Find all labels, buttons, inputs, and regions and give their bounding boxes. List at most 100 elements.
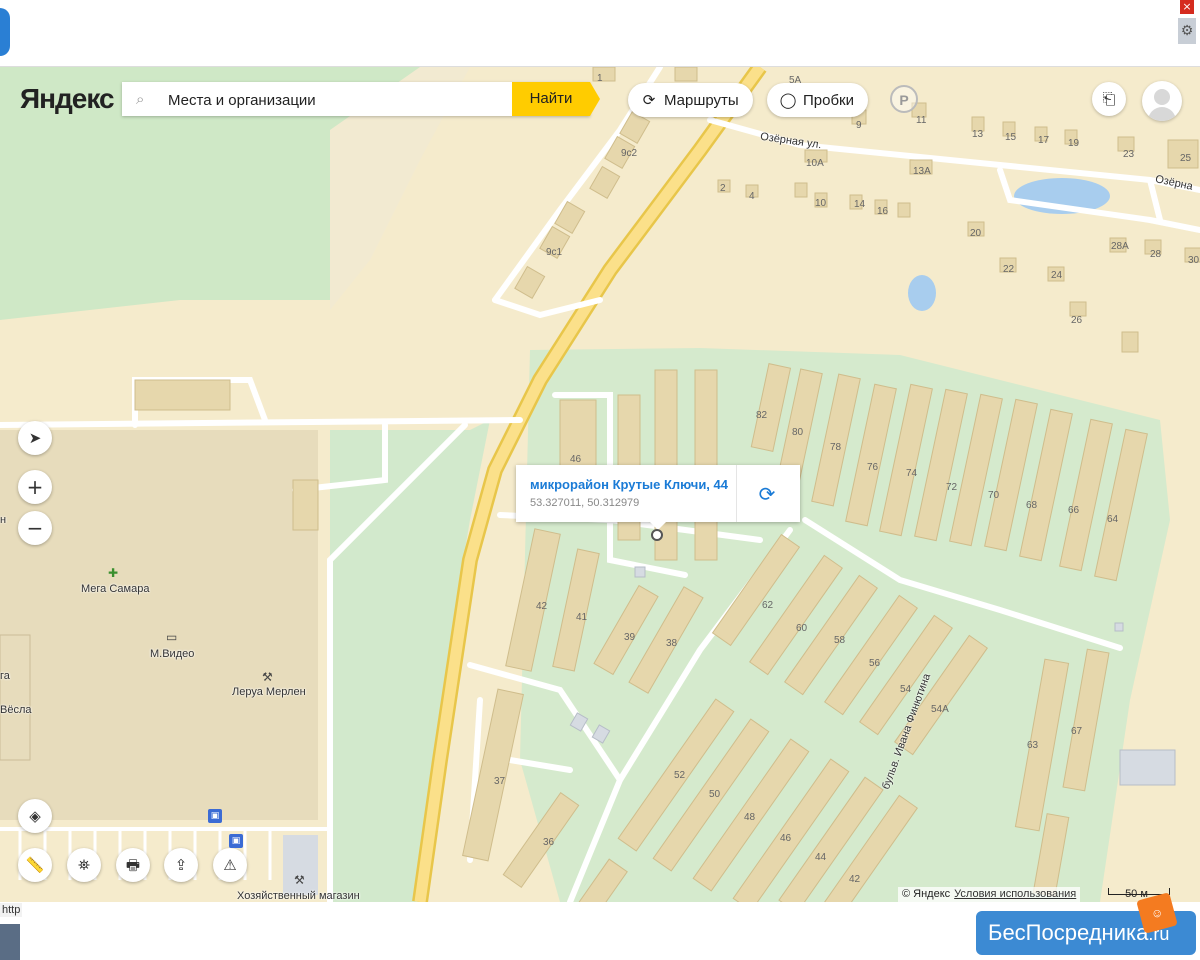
house-number: 52 xyxy=(674,770,686,781)
avatar[interactable] xyxy=(1142,81,1182,121)
status-url: http xyxy=(0,903,23,917)
house-number: 42 xyxy=(536,601,548,612)
house-number: 9с2 xyxy=(621,148,638,159)
map-pin-icon xyxy=(651,529,663,541)
traffic-label: Пробки xyxy=(803,92,854,109)
locate-icon[interactable]: ➤ xyxy=(18,421,52,455)
house-number: 30 xyxy=(1188,255,1200,266)
house-number: 76 xyxy=(867,462,879,473)
search-icon: ⌕ xyxy=(136,90,145,108)
copyright: © Яндекс Условия использования xyxy=(898,887,1081,902)
house-number: 2 xyxy=(720,183,726,194)
house-number: 46 xyxy=(780,833,792,844)
house-number: 11 xyxy=(916,115,927,126)
print-icon[interactable]: 🖶 xyxy=(116,848,150,882)
app-logo xyxy=(0,8,10,56)
traffic-icon: ◯ xyxy=(779,91,797,109)
popup-coordinates: 53.327011, 50.312979 xyxy=(530,497,640,509)
parking-button[interactable]: P xyxy=(890,85,918,113)
house-number: 72 xyxy=(946,482,958,493)
routes-button[interactable]: ⟳ Маршруты xyxy=(628,83,753,117)
house-number: 9 xyxy=(856,120,862,131)
house-number: 66 xyxy=(1068,505,1080,516)
house-number: 19 xyxy=(1068,138,1080,149)
house-number: 82 xyxy=(756,410,768,421)
house-number: 37 xyxy=(494,776,506,787)
poi-label[interactable]: Вёсла xyxy=(0,704,32,716)
bus-stop-icon[interactable]: ▣ xyxy=(229,834,243,848)
house-number: 67 xyxy=(1071,726,1083,737)
electronics-icon: ▭ xyxy=(166,630,178,644)
popup-title[interactable]: микрорайон Крутые Ключи, 44 xyxy=(530,477,728,492)
house-number: 24 xyxy=(1051,270,1063,281)
house-number: 68 xyxy=(1026,500,1038,511)
house-number: 58 xyxy=(834,635,846,646)
browser-top-bar: × ⚙ xyxy=(0,0,1200,67)
house-number: 42 xyxy=(849,874,861,885)
gear-icon[interactable]: ⚙ xyxy=(1178,18,1196,44)
house-number: 36 xyxy=(543,837,555,848)
house-number: 22 xyxy=(1003,264,1015,275)
tools-icon: ⚒ xyxy=(294,873,305,887)
house-number: 23 xyxy=(1123,149,1135,160)
house-number: 20 xyxy=(970,228,982,239)
poi-label[interactable]: Леруа Мерлен xyxy=(232,686,306,698)
house-number: 41 xyxy=(576,612,588,623)
mall-icon: ✚ xyxy=(108,566,119,580)
poi-label[interactable]: Мега Самара xyxy=(81,583,149,595)
house-number: 56 xyxy=(869,658,881,669)
house-number: 50 xyxy=(709,789,721,800)
search-input[interactable] xyxy=(166,82,510,118)
house-number: 62 xyxy=(762,600,774,611)
zoom-in-button[interactable]: + xyxy=(18,470,52,504)
copyright-text: © Яндекс xyxy=(902,888,951,900)
house-number: 70 xyxy=(988,490,1000,501)
house-number: 38 xyxy=(666,638,678,649)
share-icon[interactable]: ⇪ xyxy=(164,848,198,882)
search-box[interactable]: ⌕ Найти xyxy=(122,82,600,118)
avatar-body xyxy=(1148,107,1176,121)
poi-label[interactable]: М.Видео xyxy=(150,648,194,660)
poi-label[interactable]: га xyxy=(0,670,10,682)
side-strip xyxy=(0,924,20,960)
house-number: 44 xyxy=(815,852,827,863)
house-number: 54 xyxy=(900,684,912,695)
house-number: 10А xyxy=(806,158,824,169)
close-icon[interactable]: × xyxy=(1180,0,1194,14)
avatar-head xyxy=(1154,89,1170,105)
map-canvas[interactable]: Яндекс ⌕ Найти ⟳ Маршруты ◯ Пробки P ⎗ ➤ +… xyxy=(0,67,1200,902)
bookmark-icon[interactable]: ⎗ xyxy=(1092,82,1126,116)
house-number: 28 xyxy=(1150,249,1162,260)
poi-label[interactable]: н xyxy=(0,514,6,526)
place-popup[interactable]: микрорайон Крутые Ключи, 44 53.327011, 5… xyxy=(516,465,800,530)
house-number: 13А xyxy=(913,166,931,177)
yandex-logo[interactable]: Яндекс xyxy=(20,83,115,115)
house-number: 5А xyxy=(789,75,802,86)
brand-text: БесПосредника xyxy=(988,920,1149,945)
find-button[interactable]: Найти xyxy=(512,82,600,116)
layers-icon[interactable]: ◈ xyxy=(18,799,52,833)
house-number: 63 xyxy=(1027,740,1039,751)
house-number: 4 xyxy=(749,191,755,202)
report-icon[interactable]: ⚠ xyxy=(213,848,247,882)
house-number: 14 xyxy=(854,199,866,210)
house-number: 48 xyxy=(744,812,756,823)
house-number: 17 xyxy=(1038,135,1050,146)
bus-stop-icon[interactable]: ▣ xyxy=(208,809,222,823)
ruler-icon[interactable]: 📏 xyxy=(18,848,52,882)
popup-divider xyxy=(736,465,737,522)
poi-label[interactable]: Хозяйственный магазин xyxy=(237,890,360,902)
house-number: 28А xyxy=(1111,241,1129,252)
terms-link[interactable]: Условия использования xyxy=(954,888,1076,900)
panorama-icon[interactable]: ⛯ xyxy=(67,848,101,882)
house-number: 1 xyxy=(597,73,603,84)
house-number: 60 xyxy=(796,623,808,634)
traffic-button[interactable]: ◯ Пробки xyxy=(767,83,868,117)
house-number: 13 xyxy=(972,129,984,140)
tools-icon: ⚒ xyxy=(262,670,273,684)
house-number: 39 xyxy=(624,632,636,643)
house-number: 10 xyxy=(815,198,827,209)
route-icon[interactable]: ⟳ xyxy=(752,479,782,509)
house-number: 46 xyxy=(570,454,582,465)
zoom-out-button[interactable]: − xyxy=(18,511,52,545)
